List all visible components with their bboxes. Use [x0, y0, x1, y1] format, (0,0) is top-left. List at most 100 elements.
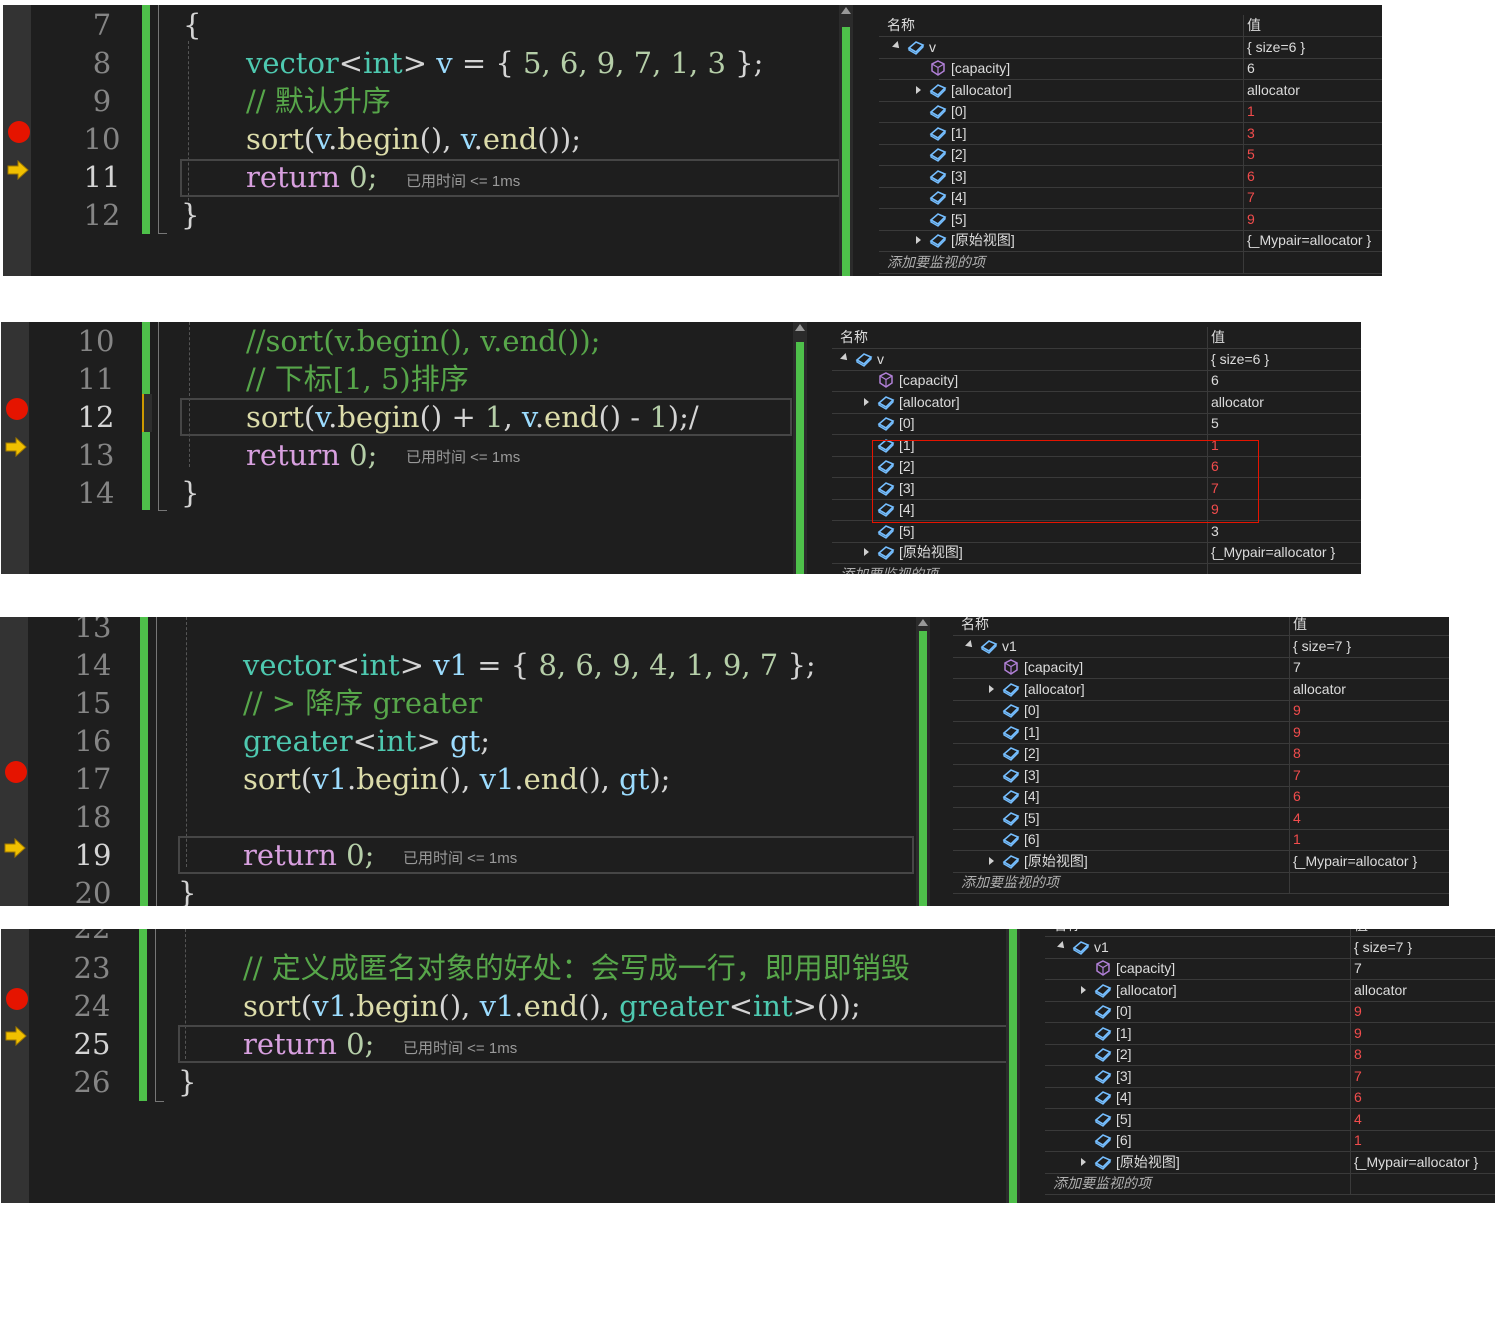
watch-row[interactable]: [2] 8 — [1045, 1044, 1495, 1066]
watch-row[interactable]: [0] 1 — [879, 101, 1382, 123]
watch-row[interactable]: [0] 5 — [832, 413, 1361, 435]
scroll-thumb[interactable] — [919, 631, 927, 906]
watch-row[interactable]: [capacity] 7 — [953, 657, 1449, 679]
watch-row[interactable]: v1 { size=7 } — [1045, 936, 1495, 959]
watch-item-value[interactable]: allocator — [1354, 982, 1407, 999]
add-watch-row[interactable]: 添加要监视的项 — [953, 872, 1449, 894]
watch-item-value[interactable]: 7 — [1293, 659, 1301, 676]
watch-row[interactable]: [5] 9 — [879, 208, 1382, 231]
expand-triangle-icon[interactable] — [989, 856, 994, 865]
watch-item-value[interactable]: 7 — [1293, 767, 1301, 784]
watch-row[interactable]: [1] 3 — [879, 122, 1382, 145]
collapse-triangle-icon[interactable] — [965, 639, 975, 650]
column-divider[interactable] — [1207, 327, 1208, 348]
code-editor-3[interactable]: 13 14 15 16 17 18 19 20 vector<int> v1 =… — [0, 617, 945, 906]
perf-tip[interactable]: 已用时间 <= 1ms — [403, 847, 517, 868]
scroll-thumb[interactable] — [796, 342, 804, 574]
watch-row[interactable]: [6] 1 — [1045, 1130, 1495, 1152]
perf-tip[interactable]: 已用时间 <= 1ms — [403, 1037, 517, 1058]
watch-row[interactable]: [5] 4 — [953, 807, 1449, 830]
watch-row[interactable]: [5] 4 — [1045, 1108, 1495, 1131]
watch-row[interactable]: [5] 3 — [832, 520, 1361, 543]
watch-row[interactable]: v { size=6 } — [879, 36, 1382, 59]
value-column-header[interactable]: 值 — [1211, 329, 1225, 346]
scroll-up-icon[interactable] — [918, 619, 928, 626]
watch-row[interactable]: [3] 6 — [879, 165, 1382, 188]
breakpoint-icon[interactable] — [6, 988, 28, 1010]
watch-row[interactable]: [原始视图] {_Mypair=allocator } — [832, 542, 1361, 564]
vertical-scrollbar[interactable] — [839, 5, 853, 276]
vertical-scrollbar[interactable] — [916, 617, 930, 906]
watch-item-value[interactable]: 9 — [1354, 1003, 1362, 1020]
watch-item-value[interactable]: {_Mypair=allocator } — [1354, 1154, 1478, 1171]
watch-row[interactable]: [4] 6 — [1045, 1087, 1495, 1109]
watch-window-3[interactable]: 名称 值 v1 { size=7 } [capacity] 7 [allocator] all… — [953, 617, 1449, 906]
watch-item-value[interactable]: 7 — [1354, 960, 1362, 977]
watch-row[interactable]: [4] 7 — [879, 187, 1382, 209]
collapse-triangle-icon[interactable] — [1057, 940, 1067, 951]
add-watch-row[interactable]: 添加要监视的项 — [879, 251, 1382, 274]
watch-item-value[interactable]: 8 — [1293, 745, 1301, 762]
watch-row[interactable]: [4] 6 — [953, 786, 1449, 808]
watch-item-value[interactable]: 6 — [1293, 788, 1301, 805]
watch-window-4[interactable]: 名称 值 v1 { size=7 } [capacity] 7 [allocator] all… — [1045, 929, 1495, 1203]
breakpoint-margin[interactable] — [1, 929, 29, 1203]
watch-row[interactable]: [1] 9 — [953, 721, 1449, 744]
add-watch-placeholder[interactable]: 添加要监视的项 — [1053, 1175, 1151, 1192]
watch-item-value[interactable]: 6 — [1211, 372, 1219, 389]
code-editor-4[interactable]: 22 23 24 25 26 // 定义成匿名对象的好处：会写成一行，即用即销毁… — [1, 929, 1036, 1203]
watch-item-value[interactable]: { size=7 } — [1293, 638, 1351, 655]
perf-tip[interactable]: 已用时间 <= 1ms — [406, 170, 520, 191]
expand-triangle-icon[interactable] — [916, 85, 921, 94]
expand-triangle-icon[interactable] — [1081, 1157, 1086, 1166]
scroll-thumb[interactable] — [842, 27, 850, 276]
watch-row[interactable]: [2] 8 — [953, 743, 1449, 765]
watch-row[interactable]: [原始视图] {_Mypair=allocator } — [1045, 1151, 1495, 1174]
name-column-header[interactable]: 名称 — [961, 617, 989, 633]
column-divider[interactable] — [1350, 929, 1351, 936]
expand-triangle-icon[interactable] — [916, 236, 921, 244]
add-watch-placeholder[interactable]: 添加要监视的项 — [887, 254, 985, 271]
watch-item-value[interactable]: 4 — [1293, 810, 1301, 827]
watch-window-2[interactable]: 名称 值 v { size=6 } [capacity] 6 [allocator] allo… — [832, 325, 1361, 574]
scroll-thumb[interactable] — [1009, 929, 1017, 1203]
column-divider[interactable] — [1243, 15, 1244, 36]
watch-row[interactable]: v { size=6 } — [832, 348, 1361, 371]
watch-item-value[interactable]: 5 — [1247, 146, 1255, 163]
expand-triangle-icon[interactable] — [864, 548, 869, 556]
watch-row[interactable]: [capacity] 6 — [832, 370, 1361, 392]
expand-triangle-icon[interactable] — [989, 684, 994, 693]
watch-item-value[interactable]: 1 — [1354, 1132, 1362, 1149]
collapse-triangle-icon[interactable] — [840, 352, 850, 363]
code-editor-1[interactable]: 7 8 9 10 11 12 { vector<int> v = { 5, 6,… — [3, 5, 867, 276]
scroll-up-icon[interactable] — [795, 324, 805, 331]
watch-item-value[interactable]: 5 — [1211, 415, 1219, 432]
watch-row[interactable]: [3] 7 — [1045, 1065, 1495, 1088]
watch-row[interactable]: [allocator] allocator — [953, 678, 1449, 701]
watch-item-value[interactable]: {_Mypair=allocator } — [1247, 232, 1371, 249]
watch-window-1[interactable]: 名称 值 v { size=6 } [capacity] 6 [allocator] allo… — [879, 10, 1382, 276]
value-column-header[interactable]: 值 — [1247, 17, 1261, 34]
expand-triangle-icon[interactable] — [864, 397, 869, 406]
perf-tip[interactable]: 已用时间 <= 1ms — [406, 446, 520, 467]
watch-item-value[interactable]: 9 — [1354, 1025, 1362, 1042]
watch-item-value[interactable]: 8 — [1354, 1046, 1362, 1063]
watch-row[interactable]: [0] 9 — [953, 700, 1449, 722]
watch-item-value[interactable]: 9 — [1247, 211, 1255, 228]
watch-item-value[interactable]: 7 — [1247, 189, 1255, 206]
scroll-up-icon[interactable] — [841, 7, 851, 14]
breakpoint-icon[interactable] — [8, 121, 30, 143]
watch-item-value[interactable]: 9 — [1293, 724, 1301, 741]
watch-row[interactable]: [1] 9 — [1045, 1022, 1495, 1045]
watch-item-value[interactable]: allocator — [1293, 681, 1346, 698]
watch-row[interactable]: v1 { size=7 } — [953, 635, 1449, 658]
watch-item-value[interactable]: allocator — [1247, 82, 1300, 99]
watch-item-value[interactable]: { size=6 } — [1211, 351, 1269, 368]
add-watch-placeholder[interactable]: 添加要监视的项 — [840, 566, 938, 575]
watch-row[interactable]: [capacity] 6 — [879, 58, 1382, 80]
name-column-header[interactable]: 名称 — [1053, 929, 1081, 934]
watch-item-value[interactable]: { size=7 } — [1354, 939, 1412, 956]
breakpoint-icon[interactable] — [6, 398, 28, 420]
code-editor-2[interactable]: 10 11 12 13 14 //sort(v.begin(), v.end()… — [1, 322, 821, 574]
watch-row[interactable]: [原始视图] {_Mypair=allocator } — [879, 230, 1382, 252]
